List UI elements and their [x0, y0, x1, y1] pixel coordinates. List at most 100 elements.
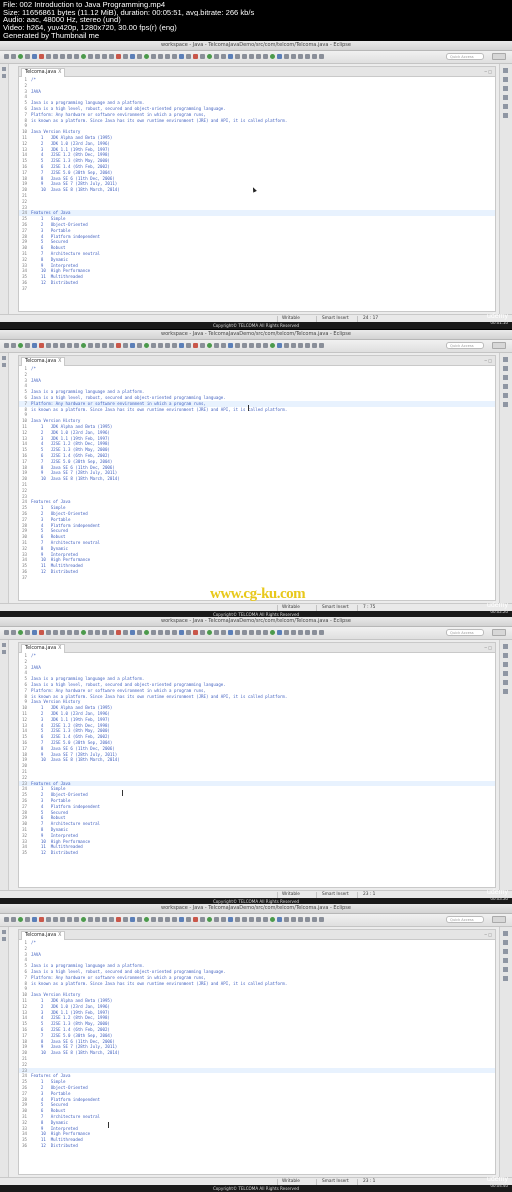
toolbar-icon[interactable] — [137, 343, 142, 348]
toolbar-icon[interactable] — [137, 54, 142, 59]
perspective-icon[interactable] — [492, 629, 506, 636]
toolbar-icon[interactable] — [81, 343, 86, 348]
toolbar-icon[interactable] — [200, 343, 205, 348]
toolbar-icon[interactable] — [165, 54, 170, 59]
toolbar-icon[interactable] — [60, 630, 65, 635]
toolbar-icon[interactable] — [298, 54, 303, 59]
toolbar-icon[interactable] — [291, 630, 296, 635]
toolbar-icon[interactable] — [263, 917, 268, 922]
perspective-icon[interactable] — [492, 916, 506, 923]
toolbar-icon[interactable] — [102, 630, 107, 635]
toolbar-icon[interactable] — [319, 630, 324, 635]
toolbar-icon[interactable] — [32, 54, 37, 59]
view-icon[interactable] — [503, 680, 508, 685]
tab-telcoma-java[interactable]: Telcoma.java X — [21, 357, 66, 366]
minimize-maximize-icon[interactable]: ─ □ — [485, 932, 492, 937]
toolbar-icon[interactable] — [88, 630, 93, 635]
toolbar-icon[interactable] — [193, 917, 198, 922]
toolbar-icon[interactable] — [305, 917, 310, 922]
toolbar-icon[interactable] — [39, 343, 44, 348]
toolbar-icon[interactable] — [214, 343, 219, 348]
toolbar-icon[interactable] — [109, 54, 114, 59]
view-icon[interactable] — [2, 356, 6, 360]
toolbar-icon[interactable] — [179, 630, 184, 635]
code-area[interactable]: 1/* 2 3 JAVA 4 5 Java is a programming languag… — [19, 77, 495, 291]
toolbar-icon[interactable] — [284, 54, 289, 59]
toolbar-icon[interactable] — [109, 343, 114, 348]
toolbar-icon[interactable] — [4, 54, 9, 59]
toolbar-icon[interactable] — [312, 917, 317, 922]
toolbar-icon[interactable] — [130, 630, 135, 635]
toolbar-icon[interactable] — [67, 917, 72, 922]
toolbar-icon[interactable] — [4, 343, 9, 348]
toolbar-icon[interactable] — [270, 630, 275, 635]
view-icon[interactable] — [503, 967, 508, 972]
toolbar-icon[interactable] — [165, 630, 170, 635]
toolbar-icon[interactable] — [95, 54, 100, 59]
toolbar-icon[interactable] — [284, 917, 289, 922]
close-tab-icon[interactable]: X — [58, 359, 61, 364]
toolbar-icon[interactable] — [263, 54, 268, 59]
toolbar-icon[interactable] — [18, 54, 23, 59]
toolbar-icon[interactable] — [53, 630, 58, 635]
tab-telcoma-java[interactable]: Telcoma.java X — [21, 931, 66, 940]
view-icon[interactable] — [503, 940, 508, 945]
toolbar-icon[interactable] — [74, 54, 79, 59]
toolbar-icon[interactable] — [312, 343, 317, 348]
code-area[interactable]: 1/* 2 3 JAVA 4 5 Java is a programming languag… — [19, 366, 495, 580]
view-icon[interactable] — [503, 384, 508, 389]
toolbar-icon[interactable] — [277, 54, 282, 59]
toolbar-icon[interactable] — [144, 54, 149, 59]
toolbar-icon[interactable] — [207, 630, 212, 635]
toolbar-icon[interactable] — [74, 343, 79, 348]
view-icon[interactable] — [503, 671, 508, 676]
code-line[interactable]: 35 12 Distributed — [19, 850, 495, 856]
code-area[interactable]: 1/* 2 3 JAVA 4 5 Java is a programming languag… — [19, 653, 495, 856]
toolbar-icon[interactable] — [25, 917, 30, 922]
close-tab-icon[interactable]: X — [58, 646, 61, 651]
toolbar-icon[interactable] — [193, 630, 198, 635]
toolbar-icon[interactable] — [186, 343, 191, 348]
toolbar-icon[interactable] — [39, 630, 44, 635]
toolbar-icon[interactable] — [235, 917, 240, 922]
toolbar-icon[interactable] — [228, 917, 233, 922]
toolbar-icon[interactable] — [25, 343, 30, 348]
toolbar-icon[interactable] — [298, 343, 303, 348]
toolbar-icon[interactable] — [151, 917, 156, 922]
view-icon[interactable] — [503, 113, 508, 118]
toolbar-icon[interactable] — [193, 54, 198, 59]
toolbar-icon[interactable] — [11, 917, 16, 922]
toolbar-icon[interactable] — [235, 343, 240, 348]
toolbar-icon[interactable] — [193, 343, 198, 348]
toolbar-icon[interactable] — [81, 54, 86, 59]
toolbar-icon[interactable] — [277, 630, 282, 635]
code-line[interactable]: 36 12 Distributed — [19, 1143, 495, 1149]
toolbar-icon[interactable] — [291, 343, 296, 348]
toolbar-icon[interactable] — [305, 630, 310, 635]
toolbar-icon[interactable] — [116, 54, 121, 59]
code-editor[interactable]: Telcoma.java X ─ □ 1/* 2 3 JAVA 4 5 Java is a p… — [18, 642, 496, 888]
toolbar-icon[interactable] — [235, 630, 240, 635]
code-editor[interactable]: Telcoma.java X ─ □ 1/* 2 3 JAVA 4 5 Java is a p… — [18, 355, 496, 601]
toolbar-icon[interactable] — [165, 343, 170, 348]
toolbar-icon[interactable] — [11, 54, 16, 59]
toolbar-icon[interactable] — [319, 54, 324, 59]
toolbar-icon[interactable] — [144, 917, 149, 922]
toolbar-icon[interactable] — [228, 54, 233, 59]
toolbar-icon[interactable] — [102, 917, 107, 922]
toolbar-icon[interactable] — [221, 917, 226, 922]
toolbar-icon[interactable] — [207, 917, 212, 922]
toolbar-icon[interactable] — [158, 917, 163, 922]
code-line[interactable]: 37 — [19, 286, 495, 292]
toolbar-icon[interactable] — [291, 54, 296, 59]
toolbar-icon[interactable] — [116, 630, 121, 635]
view-icon[interactable] — [503, 402, 508, 407]
toolbar-icon[interactable] — [18, 917, 23, 922]
toolbar-icon[interactable] — [256, 343, 261, 348]
toolbar-icon[interactable] — [102, 343, 107, 348]
toolbar-icon[interactable] — [130, 54, 135, 59]
toolbar-icon[interactable] — [25, 630, 30, 635]
view-icon[interactable] — [503, 689, 508, 694]
view-icon[interactable] — [503, 68, 508, 73]
toolbar-icon[interactable] — [88, 343, 93, 348]
